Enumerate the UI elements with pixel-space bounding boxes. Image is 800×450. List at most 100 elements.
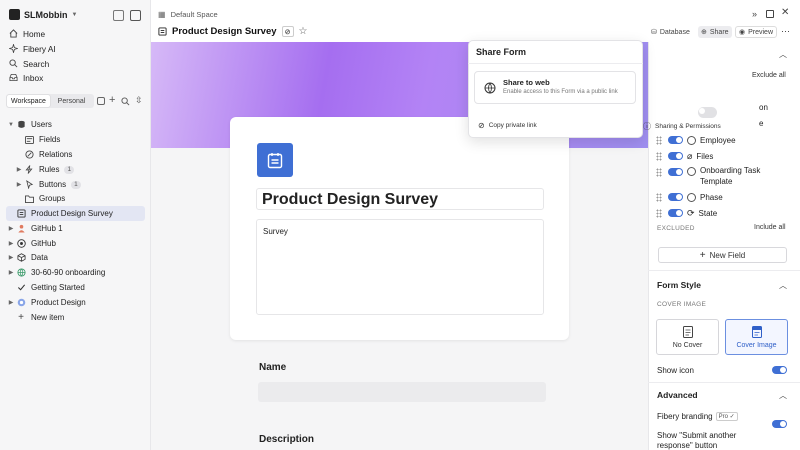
link-icon: ⊘	[478, 121, 485, 130]
tree-item-buttons[interactable]: ▶ Buttons 1	[6, 177, 145, 192]
tree-item-label: Data	[31, 253, 48, 262]
field-toggle[interactable]	[668, 193, 683, 201]
nav-home[interactable]: Home	[6, 26, 146, 41]
tab-personal[interactable]: Personal	[50, 95, 93, 107]
chevron-right-icon[interactable]: ▶	[6, 254, 16, 261]
cover-image-option[interactable]: Cover Image	[725, 319, 788, 355]
share-to-web-toggle[interactable]	[698, 107, 717, 118]
show-icon-toggle[interactable]	[772, 366, 787, 374]
drag-handle-icon[interactable]	[656, 168, 662, 177]
nav-fibery-ai-label: Fibery AI	[23, 43, 56, 54]
fibery-branding-toggle[interactable]	[772, 420, 787, 428]
breadcrumb-space[interactable]: Default Space	[171, 10, 218, 19]
drag-handle-icon[interactable]	[656, 151, 662, 161]
database-add-icon[interactable]	[97, 97, 105, 105]
new-field-button[interactable]: + New Field	[658, 247, 787, 263]
tree-item-getting-started[interactable]: Getting Started	[6, 280, 145, 295]
chevron-up-icon[interactable]: ︿	[779, 280, 787, 291]
field-toggle[interactable]	[668, 168, 683, 176]
no-cover-option[interactable]: No Cover	[656, 319, 719, 355]
preview-button[interactable]: ◉ Preview	[735, 26, 778, 38]
globe-icon: ⊕	[701, 29, 707, 36]
tree-item-label: Buttons	[39, 180, 67, 189]
tree-item-label: Product Design Survey	[31, 209, 113, 218]
nav-search[interactable]: Search	[6, 56, 146, 71]
chevron-right-icon[interactable]: ▶	[6, 225, 16, 232]
field-row-onboarding-task-template[interactable]: Onboarding Task Template	[656, 165, 796, 187]
drag-handle-icon[interactable]	[656, 208, 662, 218]
field-row-files[interactable]: ⌀ Files	[656, 149, 796, 163]
plus-icon[interactable]: +	[109, 94, 115, 106]
include-all-button[interactable]: Include all	[754, 224, 786, 231]
tree-item-product-design[interactable]: ▶ Product Design	[6, 295, 145, 310]
drag-handle-icon[interactable]	[656, 135, 662, 145]
sharing-permissions-button[interactable]: ⓘ Sharing & Permissions	[643, 121, 721, 132]
tree-item-rules[interactable]: ▶ Rules 1	[6, 162, 145, 177]
tree-item-github[interactable]: ▶ GitHub	[6, 236, 145, 251]
field-toggle[interactable]	[668, 209, 683, 217]
page-title[interactable]: Product Design Survey	[172, 26, 277, 37]
tree-item-product-design-survey[interactable]: Product Design Survey	[6, 206, 145, 221]
form-description-input[interactable]: Survey	[256, 219, 544, 315]
database-icon: ⛁	[651, 29, 657, 36]
tree-item-github-1[interactable]: ▶ GitHub 1	[6, 221, 145, 236]
chevron-down-icon: ▼	[71, 11, 78, 18]
field-row-state[interactable]: ⟳ State	[656, 206, 796, 220]
chevron-down-icon[interactable]: ▼	[6, 122, 16, 128]
star-icon[interactable]: ☆	[299, 26, 308, 37]
new-page-icon[interactable]	[130, 10, 141, 21]
form-title-input[interactable]: Product Design Survey	[256, 188, 544, 210]
sidebar-search-icon[interactable]	[121, 97, 130, 106]
workspace-switcher[interactable]: SLMobbin ▼	[9, 9, 77, 20]
collapse-all-icon[interactable]: ⇳	[135, 95, 143, 106]
field-row-employee[interactable]: Employee	[656, 133, 796, 147]
home-icon	[9, 29, 18, 38]
copy-link-label: Copy private link	[488, 122, 537, 129]
sidebar-toggle-icon[interactable]	[113, 10, 124, 21]
form-icon[interactable]	[257, 143, 293, 177]
question-input[interactable]	[258, 382, 546, 402]
relations-icon	[24, 150, 34, 160]
share-button[interactable]: ⊕ Share	[698, 26, 732, 38]
open-in-full-icon[interactable]	[766, 10, 774, 18]
drag-handle-icon[interactable]	[656, 192, 662, 202]
new-item-button[interactable]: + New item	[6, 310, 145, 325]
link-icon[interactable]: ⊘	[281, 26, 294, 37]
nav-fibery-ai[interactable]: Fibery AI	[6, 41, 146, 56]
expand-icon[interactable]: »	[752, 9, 757, 19]
tree-item-fields[interactable]: Fields	[6, 132, 145, 147]
page-title-row: Product Design Survey ⊘ ☆	[158, 26, 308, 37]
count-badge: 1	[64, 165, 75, 174]
copy-private-link-button[interactable]: ⊘ Copy private link	[478, 121, 537, 130]
tree-item-label: Fields	[39, 135, 61, 144]
tree-item-users[interactable]: ▼ Users	[6, 117, 145, 132]
tree-item-onboarding[interactable]: ▶ 30-60-90 onboarding	[6, 265, 145, 280]
breadcrumb[interactable]: ▦ Default Space	[158, 10, 218, 19]
field-toggle[interactable]	[668, 152, 683, 160]
field-toggle[interactable]	[668, 136, 683, 144]
more-icon[interactable]: ⋯	[781, 26, 790, 37]
chevron-right-icon[interactable]: ▶	[6, 299, 16, 306]
close-icon[interactable]: ✕	[781, 7, 789, 18]
chevron-right-icon[interactable]: ▶	[14, 166, 24, 173]
tree-item-data[interactable]: ▶ Data	[6, 250, 145, 265]
check-icon	[16, 283, 26, 293]
tree-item-label: Relations	[39, 150, 73, 159]
database-button[interactable]: ⛁ Database	[651, 26, 690, 38]
tree-item-relations[interactable]: Relations	[6, 147, 145, 162]
nav-home-label: Home	[23, 28, 46, 39]
chevron-right-icon[interactable]: ▶	[6, 269, 16, 276]
chevron-up-icon[interactable]: ︿	[779, 49, 787, 60]
help-icon: ⓘ	[643, 122, 651, 131]
field-row-phase[interactable]: Phase	[656, 190, 796, 204]
nav-inbox[interactable]: Inbox	[6, 70, 146, 85]
chevron-right-icon[interactable]: ▶	[14, 181, 24, 188]
chevron-up-icon[interactable]: ︿	[779, 390, 787, 401]
chevron-right-icon[interactable]: ▶	[6, 240, 16, 247]
chevron-circle-icon	[687, 192, 696, 202]
question-label: Name	[259, 362, 287, 373]
tab-workspace[interactable]: Workspace	[7, 95, 50, 107]
form-style-heading: Form Style	[657, 280, 701, 290]
tree-item-groups[interactable]: Groups	[6, 191, 145, 206]
exclude-all-button[interactable]: Exclude all	[752, 72, 786, 79]
